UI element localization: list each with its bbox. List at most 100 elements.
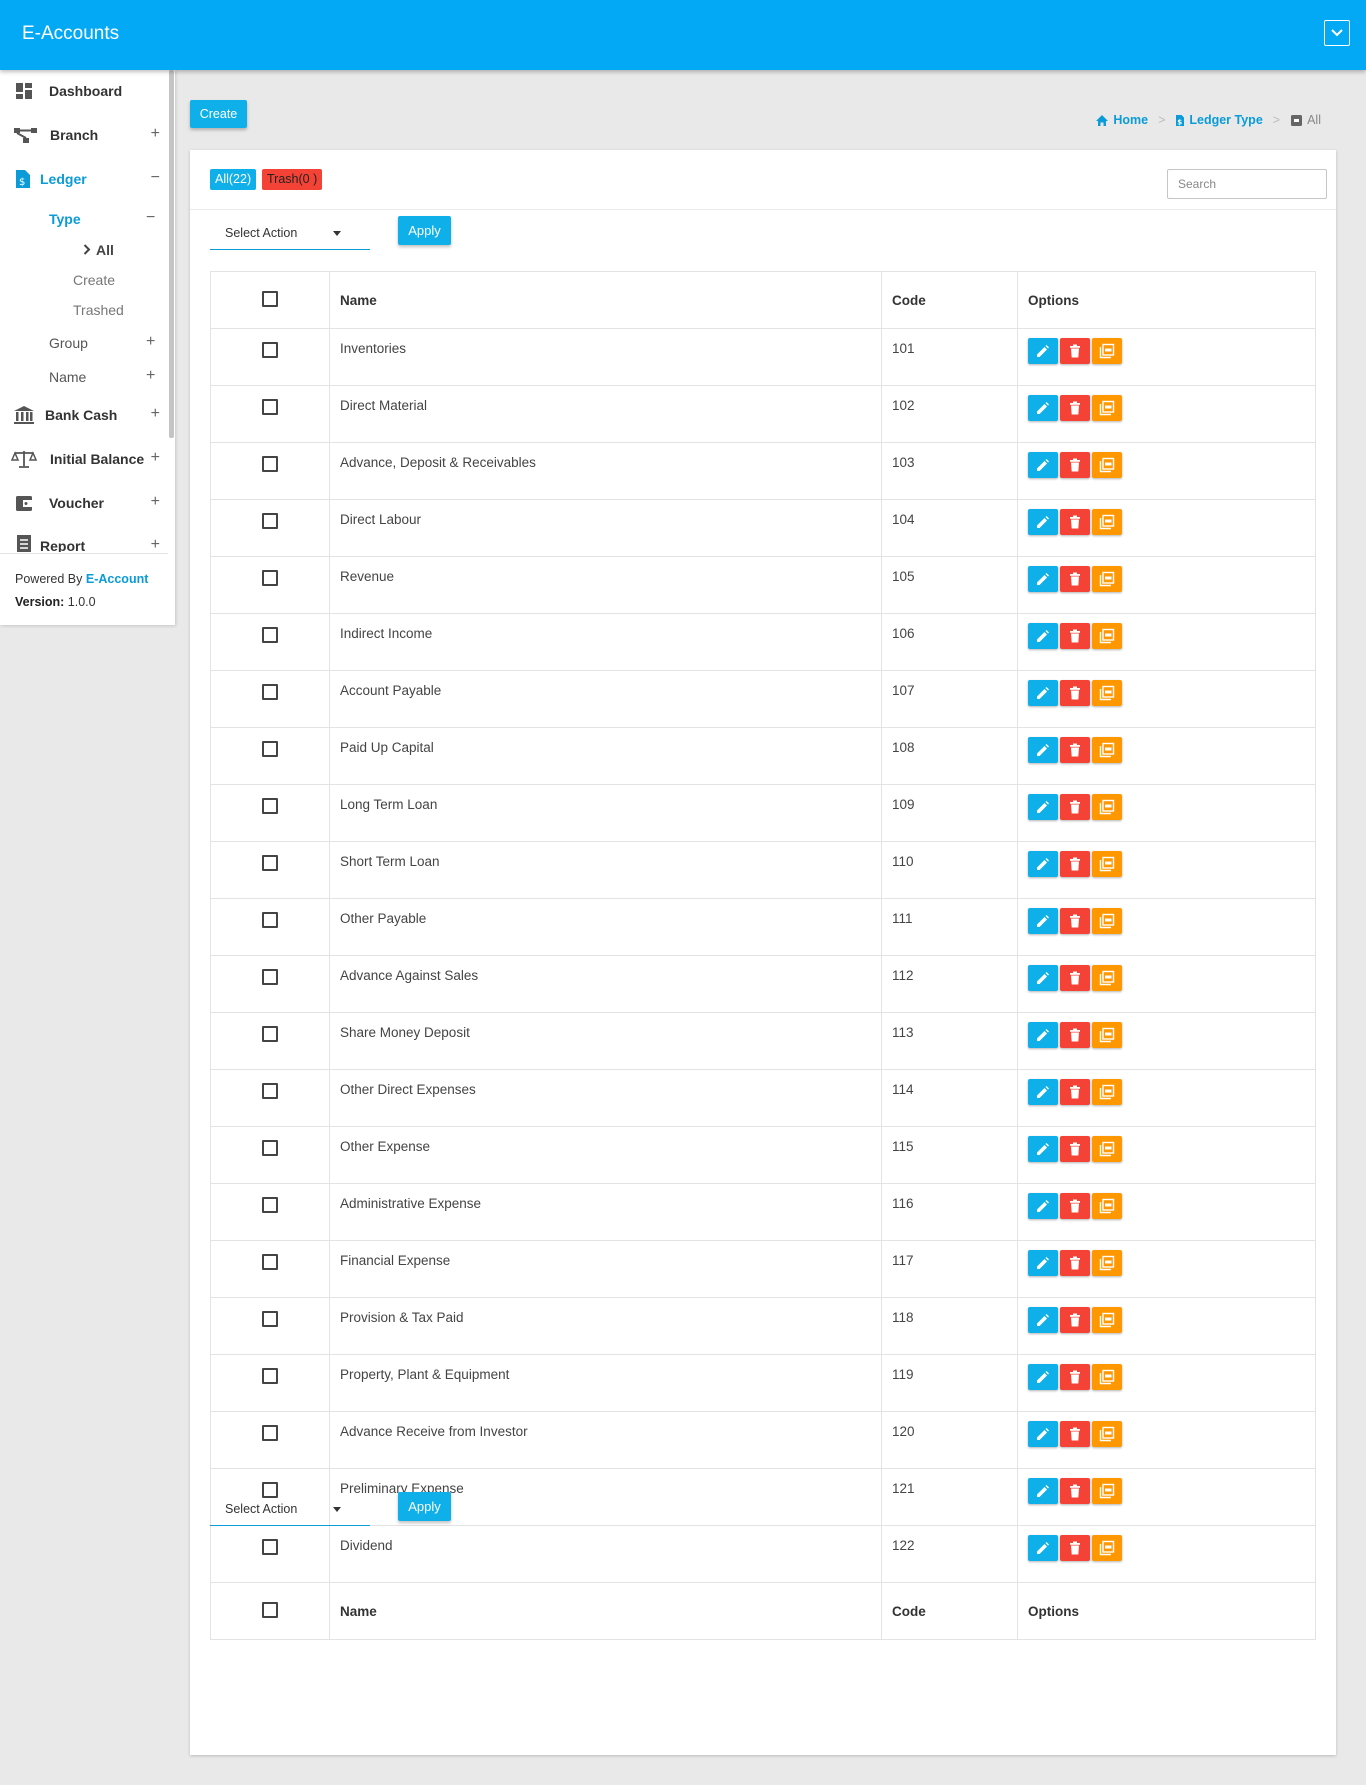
edit-button[interactable] <box>1028 737 1058 763</box>
edit-button[interactable] <box>1028 1022 1058 1048</box>
row-checkbox[interactable] <box>262 1083 278 1099</box>
app-title[interactable]: E-Accounts <box>22 23 119 45</box>
collapse-icon[interactable]: − <box>146 209 155 227</box>
sidebar-subitem-create[interactable]: Create <box>73 272 115 288</box>
pdf-button[interactable] <box>1092 509 1122 535</box>
pdf-button[interactable] <box>1092 794 1122 820</box>
delete-button[interactable] <box>1060 1421 1090 1447</box>
edit-button[interactable] <box>1028 623 1058 649</box>
delete-button[interactable] <box>1060 1193 1090 1219</box>
delete-button[interactable] <box>1060 1307 1090 1333</box>
pdf-button[interactable] <box>1092 1136 1122 1162</box>
row-checkbox[interactable] <box>262 855 278 871</box>
pdf-button[interactable] <box>1092 1307 1122 1333</box>
pdf-button[interactable] <box>1092 1079 1122 1105</box>
edit-button[interactable] <box>1028 1478 1058 1504</box>
delete-button[interactable] <box>1060 680 1090 706</box>
edit-button[interactable] <box>1028 851 1058 877</box>
expand-icon[interactable]: + <box>151 449 160 467</box>
powered-by-link[interactable]: E-Account <box>86 572 149 586</box>
row-checkbox[interactable] <box>262 798 278 814</box>
select-all-checkbox[interactable] <box>262 1601 278 1618</box>
expand-icon[interactable]: + <box>151 125 160 143</box>
sidebar-item-ledger[interactable]: $ Ledger − <box>0 164 168 194</box>
pdf-button[interactable] <box>1092 566 1122 592</box>
row-checkbox[interactable] <box>262 684 278 700</box>
pdf-button[interactable] <box>1092 452 1122 478</box>
pdf-button[interactable] <box>1092 680 1122 706</box>
pdf-button[interactable] <box>1092 1250 1122 1276</box>
pdf-button[interactable] <box>1092 965 1122 991</box>
pdf-button[interactable] <box>1092 623 1122 649</box>
pdf-button[interactable] <box>1092 395 1122 421</box>
column-header-name[interactable]: Name <box>329 271 882 329</box>
edit-button[interactable] <box>1028 452 1058 478</box>
delete-button[interactable] <box>1060 566 1090 592</box>
sidebar-item-voucher[interactable]: Voucher + <box>0 488 168 518</box>
row-checkbox[interactable] <box>262 969 278 985</box>
pdf-button[interactable] <box>1092 1535 1122 1561</box>
row-checkbox[interactable] <box>262 399 278 415</box>
delete-button[interactable] <box>1060 1136 1090 1162</box>
pdf-button[interactable] <box>1092 338 1122 364</box>
sidebar-item-bank-cash[interactable]: Bank Cash + <box>0 400 168 430</box>
filter-trash-badge[interactable]: Trash(0 ) <box>262 169 323 190</box>
row-checkbox[interactable] <box>262 1197 278 1213</box>
delete-button[interactable] <box>1060 1478 1090 1504</box>
create-button[interactable]: Create <box>190 100 247 128</box>
row-checkbox[interactable] <box>262 1425 278 1441</box>
row-checkbox[interactable] <box>262 1140 278 1156</box>
sidebar-subitem-all[interactable]: All <box>83 242 114 258</box>
edit-button[interactable] <box>1028 794 1058 820</box>
edit-button[interactable] <box>1028 1307 1058 1333</box>
delete-button[interactable] <box>1060 794 1090 820</box>
edit-button[interactable] <box>1028 1250 1058 1276</box>
search-input[interactable] <box>1167 169 1327 199</box>
delete-button[interactable] <box>1060 851 1090 877</box>
delete-button[interactable] <box>1060 395 1090 421</box>
pdf-button[interactable] <box>1092 1478 1122 1504</box>
row-checkbox[interactable] <box>262 342 278 358</box>
expand-icon[interactable]: + <box>151 405 160 423</box>
delete-button[interactable] <box>1060 1022 1090 1048</box>
edit-button[interactable] <box>1028 1535 1058 1561</box>
edit-button[interactable] <box>1028 908 1058 934</box>
expand-icon[interactable]: + <box>151 493 160 511</box>
delete-button[interactable] <box>1060 1364 1090 1390</box>
edit-button[interactable] <box>1028 338 1058 364</box>
pdf-button[interactable] <box>1092 908 1122 934</box>
select-all-checkbox[interactable] <box>262 290 278 307</box>
row-checkbox[interactable] <box>262 741 278 757</box>
row-checkbox[interactable] <box>262 570 278 586</box>
apply-button[interactable]: Apply <box>398 1492 451 1521</box>
delete-button[interactable] <box>1060 1250 1090 1276</box>
sidebar-subitem-type[interactable]: Type <box>49 211 81 227</box>
row-checkbox[interactable] <box>262 1539 278 1555</box>
delete-button[interactable] <box>1060 737 1090 763</box>
edit-button[interactable] <box>1028 1079 1058 1105</box>
row-checkbox[interactable] <box>262 912 278 928</box>
sidebar-subitem-trashed[interactable]: Trashed <box>73 302 124 318</box>
delete-button[interactable] <box>1060 452 1090 478</box>
edit-button[interactable] <box>1028 1421 1058 1447</box>
row-checkbox[interactable] <box>262 1368 278 1384</box>
pdf-button[interactable] <box>1092 1022 1122 1048</box>
expand-icon[interactable]: + <box>146 333 155 351</box>
delete-button[interactable] <box>1060 338 1090 364</box>
edit-button[interactable] <box>1028 680 1058 706</box>
sidebar-item-branch[interactable]: Branch + <box>0 120 168 150</box>
delete-button[interactable] <box>1060 509 1090 535</box>
row-checkbox[interactable] <box>262 1311 278 1327</box>
user-menu-toggle[interactable] <box>1324 20 1350 46</box>
pdf-button[interactable] <box>1092 851 1122 877</box>
row-checkbox[interactable] <box>262 1026 278 1042</box>
delete-button[interactable] <box>1060 623 1090 649</box>
bulk-action-select[interactable]: Select Action <box>210 1490 370 1526</box>
delete-button[interactable] <box>1060 1535 1090 1561</box>
edit-button[interactable] <box>1028 395 1058 421</box>
pdf-button[interactable] <box>1092 1364 1122 1390</box>
collapse-icon[interactable]: − <box>151 169 160 187</box>
delete-button[interactable] <box>1060 965 1090 991</box>
expand-icon[interactable]: + <box>151 536 160 552</box>
sidebar-item-dashboard[interactable]: Dashboard <box>0 76 168 106</box>
